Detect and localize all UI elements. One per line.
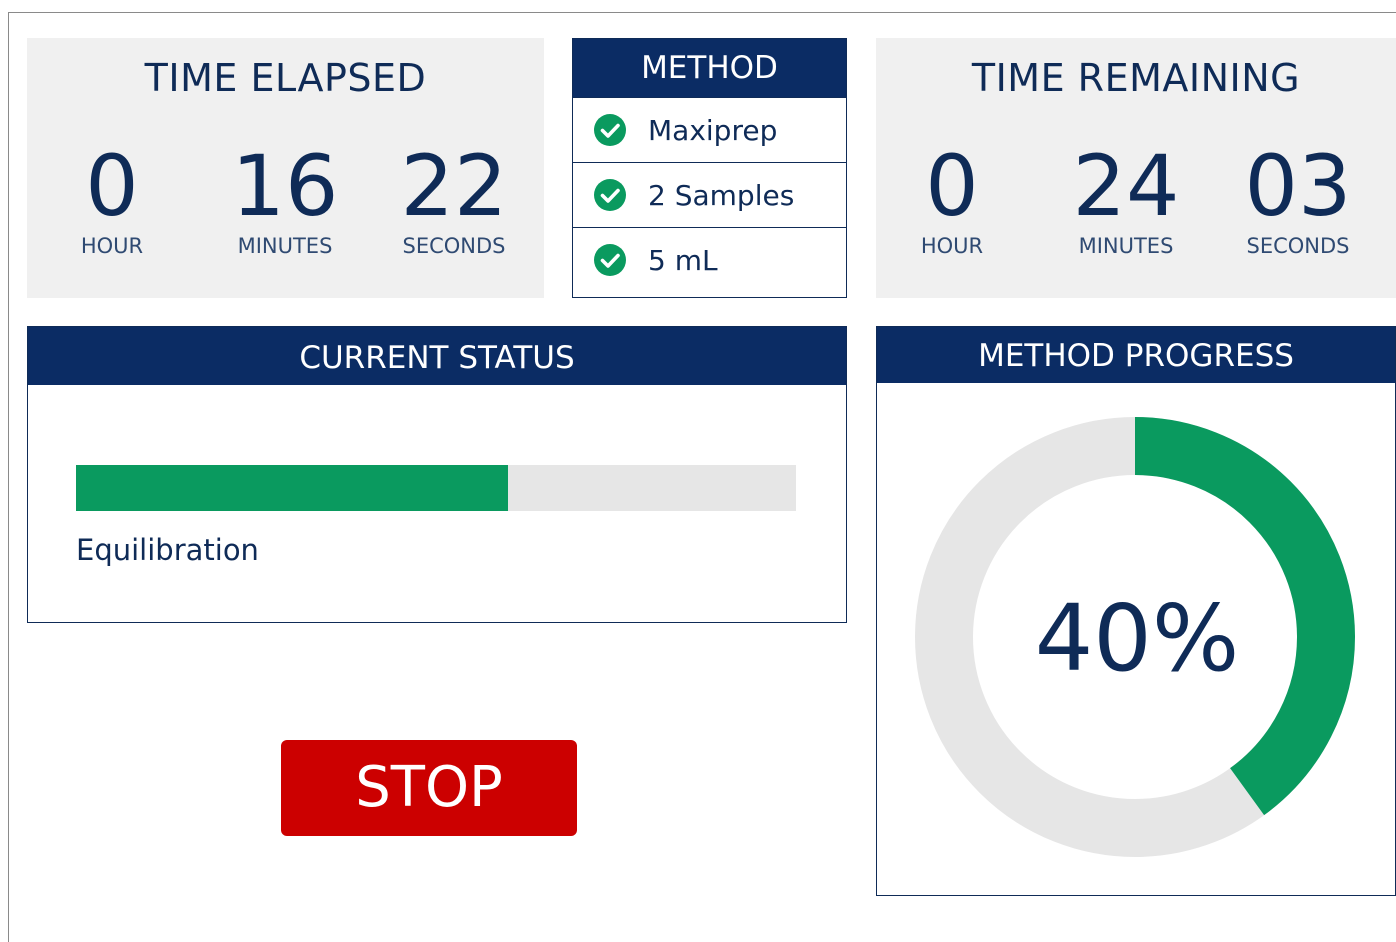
elapsed-minutes: 16 MINUTES: [215, 136, 355, 258]
elapsed-seconds-value: 22: [400, 137, 508, 235]
progress-percent: 40%: [1034, 585, 1240, 692]
method-panel: METHOD Maxiprep 2 Samples 5 mL: [572, 38, 847, 298]
remaining-seconds-value: 03: [1244, 137, 1352, 235]
current-status-header: CURRENT STATUS: [28, 327, 846, 385]
remaining-minutes-value: 24: [1072, 137, 1180, 235]
elapsed-minutes-value: 16: [231, 137, 339, 235]
remaining-seconds: 03 SECONDS: [1228, 136, 1368, 258]
remaining-hour: 0 HOUR: [882, 136, 1022, 258]
status-step-label: Equilibration: [76, 533, 259, 567]
method-item-label: 2 Samples: [648, 178, 795, 212]
current-status-panel: CURRENT STATUS Equilibration: [27, 326, 847, 623]
method-header: METHOD: [573, 39, 846, 97]
remaining-hour-label: HOUR: [920, 234, 984, 258]
elapsed-seconds-label: SECONDS: [402, 234, 506, 258]
elapsed-hour: 0 HOUR: [42, 136, 182, 258]
elapsed-seconds: 22 SECONDS: [384, 136, 524, 258]
method-item-maxiprep: Maxiprep: [573, 97, 846, 162]
method-progress-header: METHOD PROGRESS: [877, 327, 1395, 383]
stop-button[interactable]: STOP: [281, 740, 577, 836]
status-progress-fill: [76, 465, 508, 511]
time-elapsed-title: TIME ELAPSED: [144, 56, 427, 100]
method-item-samples: 2 Samples: [573, 162, 846, 227]
check-circle-icon: [594, 179, 626, 211]
method-progress-panel: METHOD PROGRESS 40%: [876, 326, 1396, 896]
time-elapsed-panel: TIME ELAPSED 0 HOUR 16 MINUTES 22 SECOND…: [27, 38, 544, 298]
elapsed-hour-label: HOUR: [80, 234, 144, 258]
remaining-hour-value: 0: [925, 137, 979, 235]
remaining-minutes-label: MINUTES: [1078, 234, 1174, 258]
method-item-label: Maxiprep: [648, 113, 778, 147]
elapsed-hour-value: 0: [85, 137, 139, 235]
status-progress-bar: [76, 465, 796, 511]
check-circle-icon: [594, 114, 626, 146]
time-remaining-panel: TIME REMAINING 0 HOUR 24 MINUTES 03 SECO…: [876, 38, 1396, 298]
remaining-seconds-label: SECONDS: [1246, 234, 1350, 258]
method-item-volume: 5 mL: [573, 227, 846, 292]
time-remaining-title: TIME REMAINING: [971, 56, 1301, 100]
method-item-label: 5 mL: [648, 243, 718, 277]
elapsed-minutes-label: MINUTES: [237, 234, 333, 258]
remaining-minutes: 24 MINUTES: [1056, 136, 1196, 258]
check-circle-icon: [594, 244, 626, 276]
